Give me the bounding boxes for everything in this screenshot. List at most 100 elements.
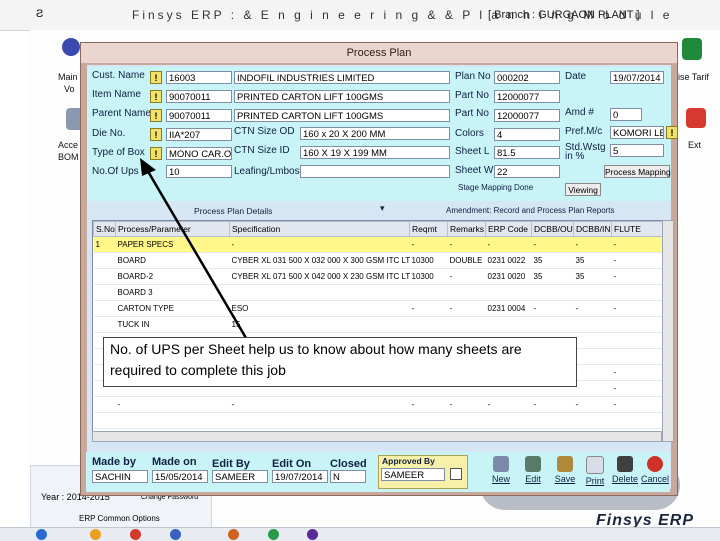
date-field[interactable]: 19/07/2014	[610, 71, 664, 84]
table-cell[interactable]: 10300	[409, 252, 448, 269]
table-cell[interactable]	[573, 332, 612, 349]
process-mapping-button[interactable]: Process Mapping	[604, 165, 671, 178]
table-cell[interactable]: -	[115, 396, 230, 413]
colors-field[interactable]: 4	[494, 128, 560, 141]
table-cell[interactable]: -	[447, 396, 486, 413]
table-cell[interactable]: -	[611, 364, 663, 381]
table-row[interactable]: CARTON TYPE ESO - -0231 0004- - -	[93, 300, 663, 317]
table-cell[interactable]: 35	[531, 268, 574, 285]
start-icon[interactable]	[36, 529, 47, 540]
table-cell[interactable]: DOUBLE	[447, 252, 486, 269]
table-cell[interactable]: 0231 0022	[485, 252, 532, 269]
exit-icon[interactable]	[686, 108, 706, 128]
table-row[interactable]: 1 PAPER SPECS - - - - - - -	[93, 236, 663, 253]
table-cell[interactable]: -	[485, 236, 532, 253]
table-cell[interactable]	[573, 412, 612, 429]
table-cell[interactable]: -	[531, 236, 574, 253]
app-icon[interactable]	[170, 529, 181, 540]
table-cell[interactable]: 35	[531, 252, 574, 269]
process-plan-grid[interactable]: S.No Process/Parameter Specification Req…	[92, 220, 664, 432]
table-row[interactable]	[93, 412, 663, 429]
col-header[interactable]: Reqmt	[409, 221, 448, 237]
type-of-box-lookup-button[interactable]: !	[150, 147, 162, 160]
table-cell[interactable]: -	[573, 236, 612, 253]
table-cell[interactable]	[409, 316, 448, 333]
table-cell[interactable]: 1	[93, 236, 116, 253]
table-cell[interactable]: -	[229, 236, 410, 253]
col-header[interactable]: Specification	[229, 221, 410, 237]
std-wstg-field[interactable]: 5	[610, 144, 664, 157]
table-cell[interactable]	[485, 316, 532, 333]
table-cell[interactable]	[531, 284, 574, 301]
table-cell[interactable]: -	[447, 268, 486, 285]
plan-no-field[interactable]: 000202	[494, 71, 560, 84]
table-cell[interactable]: BOARD	[115, 252, 230, 269]
table-cell[interactable]: -	[447, 300, 486, 317]
edit-button[interactable]: Edit	[518, 456, 548, 488]
col-header[interactable]: ERP Code	[485, 221, 532, 237]
table-cell[interactable]	[611, 348, 663, 365]
table-cell[interactable]: -	[611, 300, 663, 317]
table-row[interactable]: BOARD-2 CYBER XL 071 500 X 042 000 X 230 …	[93, 268, 663, 285]
table-cell[interactable]: CARTON TYPE	[115, 300, 230, 317]
table-cell[interactable]	[611, 412, 663, 429]
table-cell[interactable]: -	[611, 236, 663, 253]
table-cell[interactable]	[229, 284, 410, 301]
edit-on-field[interactable]: 19/07/2014	[272, 470, 328, 483]
table-cell[interactable]	[531, 316, 574, 333]
cust-name-field[interactable]: INDOFIL INDUSTRIES LIMITED	[234, 71, 450, 84]
table-cell[interactable]	[229, 412, 410, 429]
table-cell[interactable]: CYBER XL 031 500 X 032 000 X 300 GSM ITC…	[229, 252, 410, 269]
made-on-field[interactable]: 15/05/2014	[152, 470, 208, 483]
table-cell[interactable]: -	[611, 252, 663, 269]
app-icon[interactable]	[307, 529, 318, 540]
table-cell[interactable]: 35	[573, 268, 612, 285]
die-no-field[interactable]: IIA*207	[166, 128, 232, 141]
table-cell[interactable]	[611, 316, 663, 333]
app-icon[interactable]	[228, 529, 239, 540]
table-cell[interactable]	[447, 412, 486, 429]
vertical-scrollbar[interactable]	[662, 220, 674, 442]
system-menu-icon[interactable]: Ƨ	[36, 8, 43, 20]
letter-a-icon[interactable]	[682, 38, 702, 60]
made-by-field[interactable]: SACHIN	[92, 470, 148, 483]
parent-name-lookup-button[interactable]: !	[150, 109, 162, 122]
item-name-field[interactable]: PRINTED CARTON LIFT 100GMS	[234, 90, 450, 103]
edit-by-field[interactable]: SAMEER	[212, 470, 268, 483]
horizontal-scrollbar[interactable]	[92, 431, 662, 442]
sheet-w-field[interactable]: 22	[494, 165, 560, 178]
table-cell[interactable]: -	[447, 236, 486, 253]
leafing-field[interactable]	[300, 165, 450, 178]
approved-checkbox[interactable]	[450, 468, 462, 480]
table-cell[interactable]	[93, 284, 116, 301]
sheet-l-field[interactable]: 81.5	[494, 146, 560, 159]
ctn-size-od-field[interactable]: 160 x 20 X 200 MM	[300, 127, 450, 140]
table-cell[interactable]: CYBER XL 071 500 X 042 000 X 230 GSM ITC…	[229, 268, 410, 285]
table-cell[interactable]: ESO	[229, 300, 410, 317]
cust-name-lookup-button[interactable]: !	[150, 71, 162, 84]
table-cell[interactable]	[611, 332, 663, 349]
approved-by-field[interactable]: SAMEER	[381, 468, 445, 481]
col-header[interactable]: Remarks	[447, 221, 486, 237]
table-cell[interactable]: -	[611, 396, 663, 413]
table-cell[interactable]: 35	[573, 252, 612, 269]
table-cell[interactable]: -	[409, 300, 448, 317]
col-header[interactable]: FLUTE	[611, 221, 663, 237]
table-cell[interactable]	[447, 284, 486, 301]
table-cell[interactable]: 0231 0020	[485, 268, 532, 285]
table-row[interactable]: BOARD 3	[93, 284, 663, 301]
part-no-field[interactable]: 12000077	[494, 90, 560, 103]
table-cell[interactable]: -	[229, 396, 410, 413]
table-row[interactable]: --------	[93, 396, 663, 413]
table-cell[interactable]	[115, 412, 230, 429]
amd-field[interactable]: 0	[610, 108, 642, 121]
new-button[interactable]: New	[486, 456, 516, 488]
table-cell[interactable]	[573, 380, 612, 397]
part-no-2-field[interactable]: 12000077	[494, 109, 560, 122]
table-cell[interactable]: -	[531, 300, 574, 317]
table-cell[interactable]: -	[611, 268, 663, 285]
table-cell[interactable]	[409, 284, 448, 301]
print-button[interactable]: Print	[580, 456, 610, 488]
table-cell[interactable]	[93, 316, 116, 333]
table-cell[interactable]	[485, 284, 532, 301]
